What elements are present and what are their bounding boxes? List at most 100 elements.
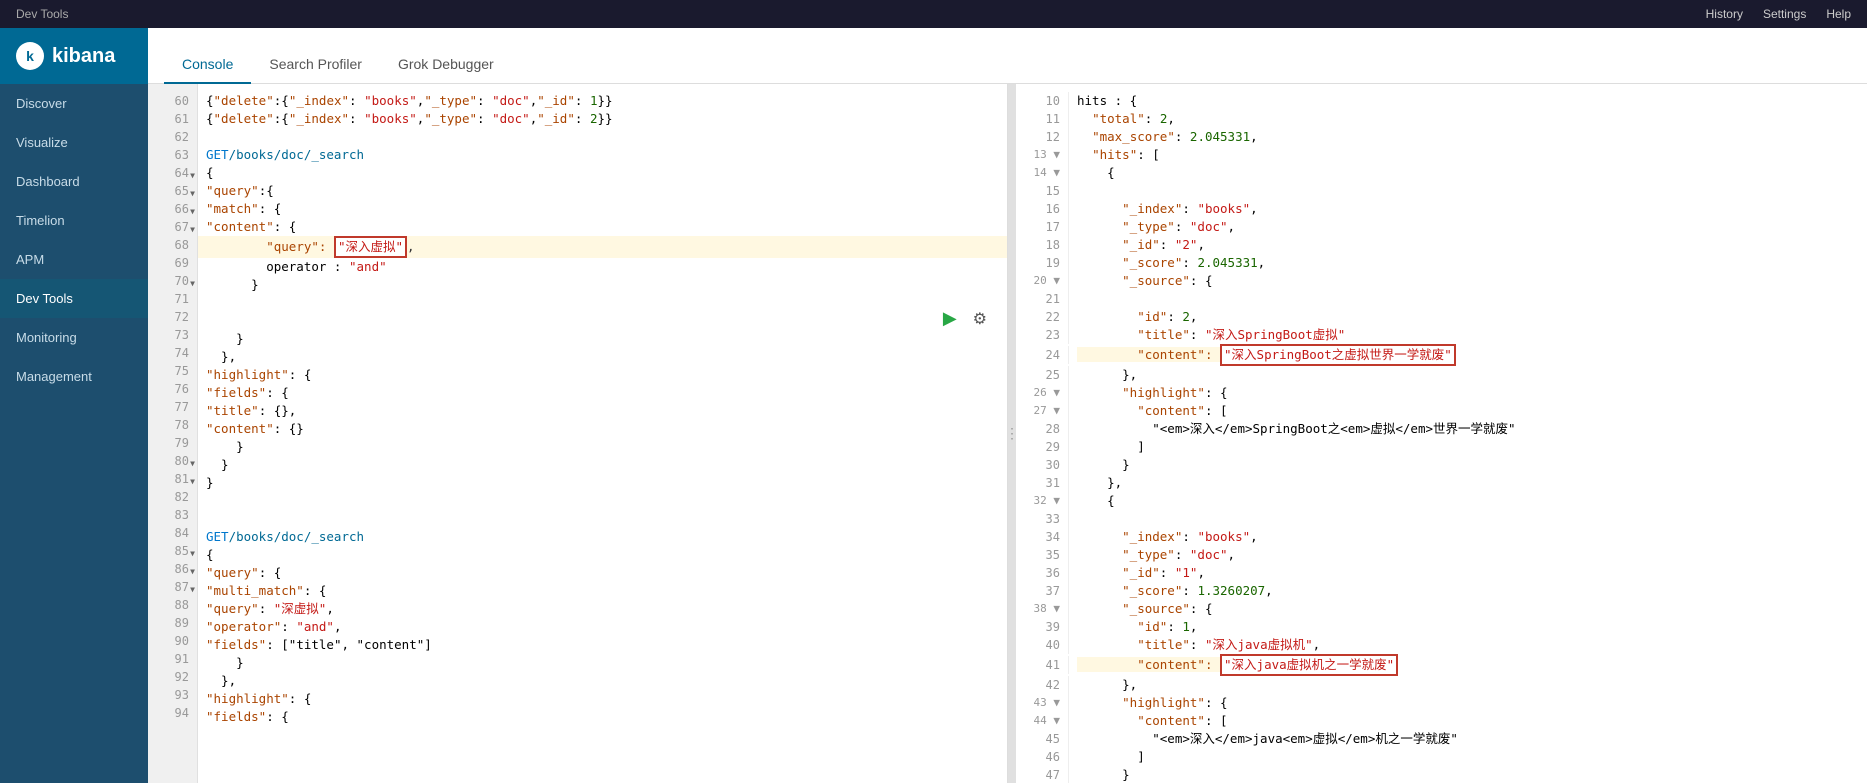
sidebar-item-monitoring[interactable]: Monitoring (0, 318, 148, 357)
editor-line: "fields": ["title", "content"] (198, 636, 1007, 654)
run-button[interactable]: ▶ (939, 304, 961, 333)
output-line: 40 "title": "深入java虚拟机", (1016, 636, 1867, 654)
editor-line: "content": { (198, 218, 1007, 236)
sidebar-item-label: Dev Tools (16, 291, 73, 306)
output-line: 35 "_type": "doc", (1016, 546, 1867, 564)
editor-line: "operator": "and", (198, 618, 1007, 636)
output-line: 15 (1016, 182, 1867, 200)
sidebar-item-dashboard[interactable]: Dashboard (0, 162, 148, 201)
output-line: 31 }, (1016, 474, 1867, 492)
sidebar: k kibana Discover Visualize Dashboard Ti… (0, 28, 148, 783)
output-line: 25 }, (1016, 366, 1867, 384)
output-line: 38 ▼ "_source": { (1016, 600, 1867, 618)
editor-line: } (198, 456, 1007, 474)
tab-grok-debugger[interactable]: Grok Debugger (380, 46, 512, 84)
output-line: 20 ▼ "_source": { (1016, 272, 1867, 290)
editor-line (198, 492, 1007, 510)
editor-line: } (198, 474, 1007, 492)
editor-line: "multi_match": { (198, 582, 1007, 600)
help-link[interactable]: Help (1826, 7, 1851, 21)
editor-line: "highlight": { (198, 366, 1007, 384)
output-line: 22 "id": 2, (1016, 308, 1867, 326)
tab-search-profiler[interactable]: Search Profiler (251, 46, 380, 84)
sidebar-item-management[interactable]: Management (0, 357, 148, 396)
tab-console[interactable]: Console (164, 46, 251, 84)
top-bar: Dev Tools History Settings Help (0, 0, 1867, 28)
sidebar-item-label: APM (16, 252, 44, 267)
editor-line: "content": {} (198, 420, 1007, 438)
sidebar-logo[interactable]: k kibana (0, 28, 148, 84)
sidebar-item-label: Visualize (16, 135, 68, 150)
panels: 6061626364656667686970717273747576777879… (148, 84, 1867, 783)
editor-line: "fields": { (198, 384, 1007, 402)
content-area: Console Search Profiler Grok Debugger 60… (148, 28, 1867, 783)
output-line: 28 "<em>深入</em>SpringBoot之<em>虚拟</em>世界一… (1016, 420, 1867, 438)
editor-line: {"delete":{"_index": "books","_type": "d… (198, 110, 1007, 128)
sidebar-item-discover[interactable]: Discover (0, 84, 148, 123)
devtools-title: Dev Tools (16, 7, 68, 21)
output-line: 43 ▼ "highlight": { (1016, 694, 1867, 712)
sidebar-item-label: Monitoring (16, 330, 77, 345)
sidebar-item-apm[interactable]: APM (0, 240, 148, 279)
code-content[interactable]: {"delete":{"_index": "books","_type": "d… (198, 84, 1007, 783)
editor-panel: 6061626364656667686970717273747576777879… (148, 84, 1008, 783)
output-line: 46 ] (1016, 748, 1867, 766)
output-line: 36 "_id": "1", (1016, 564, 1867, 582)
editor-line: } (198, 654, 1007, 672)
editor-line: {"delete":{"_index": "books","_type": "d… (198, 92, 1007, 110)
editor-line: "query": { (198, 564, 1007, 582)
output-line: 19 "_score": 2.045331, (1016, 254, 1867, 272)
main-layout: k kibana Discover Visualize Dashboard Ti… (0, 28, 1867, 783)
code-area[interactable]: 6061626364656667686970717273747576777879… (148, 84, 1007, 783)
line-numbers: 6061626364656667686970717273747576777879… (148, 84, 198, 783)
sidebar-item-devtools[interactable]: Dev Tools (0, 279, 148, 318)
output-line: 12 "max_score": 2.045331, (1016, 128, 1867, 146)
history-link[interactable]: History (1706, 7, 1743, 21)
kibana-logo-text: kibana (52, 45, 115, 68)
output-line: 16 "_index": "books", (1016, 200, 1867, 218)
output-line: 39 "id": 1, (1016, 618, 1867, 636)
output-line: 11 "total": 2, (1016, 110, 1867, 128)
output-line: 14 ▼ { (1016, 164, 1867, 182)
settings-link[interactable]: Settings (1763, 7, 1806, 21)
output-line: 42 }, (1016, 676, 1867, 694)
editor-line: } (198, 276, 1007, 294)
editor-line: "match": { (198, 200, 1007, 218)
editor-line: GET /books/doc/_search (198, 146, 1007, 164)
output-line: 23 "title": "深入SpringBoot虚拟" (1016, 326, 1867, 344)
editor-line (198, 294, 1007, 312)
output-line: 24 "content": "深入SpringBoot之虚拟世界一学就废" (1016, 344, 1867, 366)
editor-line: "query": "深虚拟", (198, 600, 1007, 618)
editor-line (198, 128, 1007, 146)
output-line: 33 (1016, 510, 1867, 528)
sidebar-item-label: Discover (16, 96, 67, 111)
output-line: 27 ▼ "content": [ (1016, 402, 1867, 420)
sidebar-item-label: Dashboard (16, 174, 80, 189)
editor-line (198, 312, 1007, 330)
editor-line: "query": "深入虚拟", (198, 236, 1007, 258)
output-line: 37 "_score": 1.3260207, (1016, 582, 1867, 600)
output-line: 17 "_type": "doc", (1016, 218, 1867, 236)
editor-line: }, (198, 348, 1007, 366)
editor-line: }, (198, 672, 1007, 690)
sidebar-item-timelion[interactable]: Timelion (0, 201, 148, 240)
editor-line (198, 510, 1007, 528)
sidebar-item-visualize[interactable]: Visualize (0, 123, 148, 162)
output-line: 29 ] (1016, 438, 1867, 456)
output-line: 34 "_index": "books", (1016, 528, 1867, 546)
kibana-logo-icon: k (16, 42, 44, 70)
output-line: 13 ▼ "hits": [ (1016, 146, 1867, 164)
editor-line: "query":{ (198, 182, 1007, 200)
output-line: 10hits : { (1016, 92, 1867, 110)
editor-line: "highlight": { (198, 690, 1007, 708)
sidebar-item-label: Management (16, 369, 92, 384)
output-line: 21 (1016, 290, 1867, 308)
output-content[interactable]: 10hits : {11 "total": 2,12 "max_score": … (1016, 84, 1867, 783)
output-line: 44 ▼ "content": [ (1016, 712, 1867, 730)
output-line: 45 "<em>深入</em>java<em>虚拟</em>机之一学就废" (1016, 730, 1867, 748)
settings-button[interactable]: ⚙ (969, 304, 991, 333)
editor-line: "fields": { (198, 708, 1007, 726)
top-bar-actions: History Settings Help (1706, 7, 1851, 21)
drag-handle[interactable] (1008, 84, 1016, 783)
output-line: 47 } (1016, 766, 1867, 783)
